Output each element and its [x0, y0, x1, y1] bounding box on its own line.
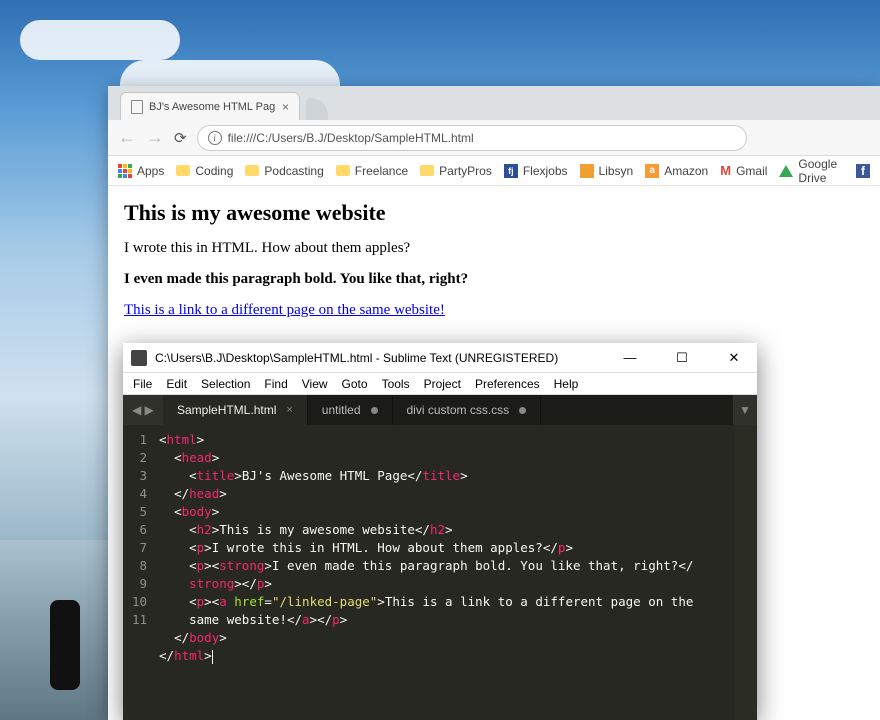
url-text: file:///C:/Users/B.J/Desktop/SampleHTML.…: [228, 131, 474, 145]
menu-view[interactable]: View: [302, 377, 328, 391]
menu-find[interactable]: Find: [264, 377, 287, 391]
folder-icon: [176, 165, 190, 176]
page-paragraph-2-bold: I even made this paragraph bold. You lik…: [124, 271, 864, 288]
bookmark-coding[interactable]: Coding: [176, 164, 233, 178]
sublime-menubar: File Edit Selection Find View Goto Tools…: [123, 373, 757, 395]
tab-dropdown-button[interactable]: ▼: [733, 395, 757, 425]
chrome-tabstrip: BJ's Awesome HTML Pag ×: [108, 86, 880, 120]
info-icon[interactable]: i: [208, 131, 222, 145]
line-gutter: 1234567891011: [123, 425, 155, 720]
flexjobs-icon: fj: [504, 164, 518, 178]
editor-tab-divi-css[interactable]: divi custom css.css: [393, 395, 542, 425]
menu-preferences[interactable]: Preferences: [475, 377, 540, 391]
page-icon: [131, 100, 143, 114]
text-cursor: [212, 650, 213, 664]
sublime-window: C:\Users\B.J\Desktop\SampleHTML.html - S…: [123, 343, 757, 720]
page-link[interactable]: This is a link to a different page on th…: [124, 302, 445, 318]
reload-button[interactable]: ⟳: [174, 129, 187, 147]
close-button[interactable]: ✕: [719, 350, 749, 366]
page-content: This is my awesome website I wrote this …: [108, 186, 880, 347]
folder-icon: [245, 165, 259, 176]
menu-goto[interactable]: Goto: [342, 377, 368, 391]
bookmark-libsyn[interactable]: Libsyn: [580, 164, 634, 178]
facebook-icon: f: [856, 164, 870, 178]
chrome-tab-title: BJ's Awesome HTML Pag: [149, 101, 275, 113]
folder-icon: [420, 165, 434, 176]
code-content[interactable]: <html> <head> <title>BJ's Awesome HTML P…: [155, 425, 757, 720]
address-bar[interactable]: i file:///C:/Users/B.J/Desktop/SampleHTM…: [197, 125, 747, 151]
google-drive-icon: [779, 165, 793, 177]
close-icon[interactable]: ×: [282, 100, 289, 114]
new-tab-button[interactable]: [306, 98, 328, 120]
editor-area[interactable]: 1234567891011 <html> <head> <title>BJ's …: [123, 425, 757, 720]
tab-nav-buttons[interactable]: ◀ ▶: [123, 395, 163, 425]
bookmarks-bar: Apps Coding Podcasting Freelance PartyPr…: [108, 156, 880, 186]
page-paragraph-1: I wrote this in HTML. How about them app…: [124, 240, 864, 257]
close-icon[interactable]: ×: [286, 404, 292, 416]
bookmark-gmail[interactable]: MGmail: [720, 163, 767, 178]
libsyn-icon: [580, 164, 594, 178]
sublime-tabbar: ◀ ▶ SampleHTML.html× untitled divi custo…: [123, 395, 757, 425]
menu-project[interactable]: Project: [424, 377, 461, 391]
forward-button[interactable]: →: [146, 127, 164, 148]
bookmark-partypros[interactable]: PartyPros: [420, 164, 492, 178]
chrome-tab[interactable]: BJ's Awesome HTML Pag ×: [120, 92, 300, 120]
sublime-title: C:\Users\B.J\Desktop\SampleHTML.html - S…: [155, 351, 558, 365]
bookmark-podcasting[interactable]: Podcasting: [245, 164, 323, 178]
menu-file[interactable]: File: [133, 377, 152, 391]
dirty-icon: [519, 407, 526, 414]
page-heading: This is my awesome website: [124, 200, 864, 226]
bookmark-google-drive[interactable]: Google Drive: [779, 157, 844, 185]
bookmark-flexjobs[interactable]: fjFlexjobs: [504, 164, 568, 178]
minimap[interactable]: [735, 425, 757, 720]
apps-icon: [118, 164, 132, 178]
maximize-button[interactable]: ☐: [667, 350, 697, 366]
bookmark-freelance[interactable]: Freelance: [336, 164, 408, 178]
back-button[interactable]: ←: [118, 127, 136, 148]
amazon-icon: a: [645, 164, 659, 178]
apps-button[interactable]: Apps: [118, 164, 164, 178]
folder-icon: [336, 165, 350, 176]
sublime-icon: [131, 350, 147, 366]
sublime-titlebar[interactable]: C:\Users\B.J\Desktop\SampleHTML.html - S…: [123, 343, 757, 373]
menu-selection[interactable]: Selection: [201, 377, 250, 391]
menu-help[interactable]: Help: [554, 377, 579, 391]
gmail-icon: M: [720, 163, 731, 178]
menu-edit[interactable]: Edit: [166, 377, 187, 391]
menu-tools[interactable]: Tools: [382, 377, 410, 391]
chrome-toolbar: ← → ⟳ i file:///C:/Users/B.J/Desktop/Sam…: [108, 120, 880, 156]
dirty-icon: [371, 407, 378, 414]
bookmark-amazon[interactable]: aAmazon: [645, 164, 708, 178]
minimize-button[interactable]: —: [615, 350, 645, 366]
editor-tab-samplehtml[interactable]: SampleHTML.html×: [163, 395, 308, 425]
bookmark-facebook[interactable]: f: [856, 164, 870, 178]
editor-tab-untitled[interactable]: untitled: [308, 395, 393, 425]
page-link-paragraph: This is a link to a different page on th…: [124, 302, 864, 319]
